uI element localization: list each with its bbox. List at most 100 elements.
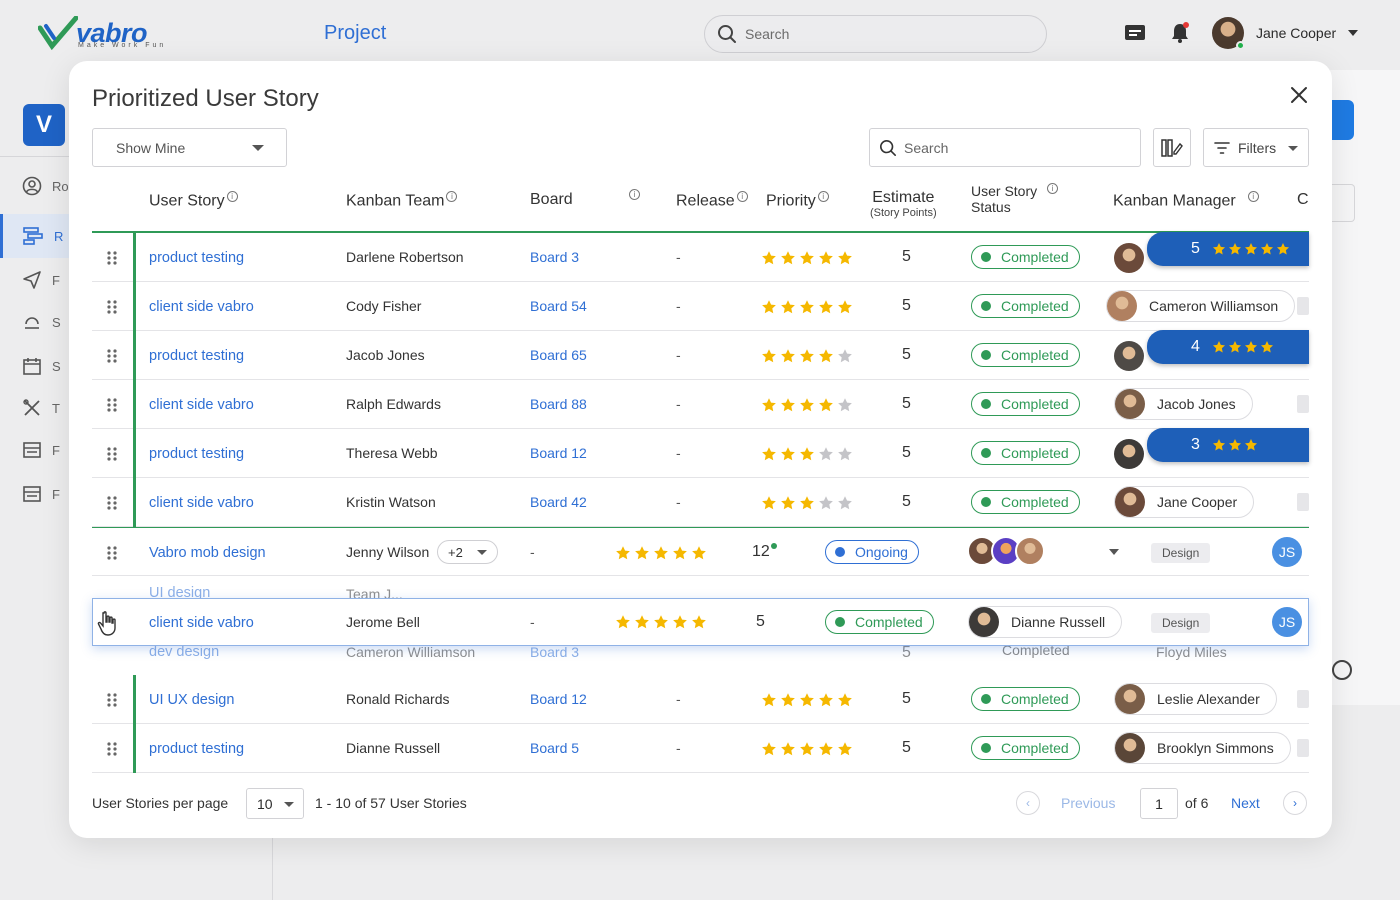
info-icon[interactable]: i xyxy=(817,191,829,202)
board-link[interactable]: Board 65 xyxy=(530,347,587,363)
kanban-manager-chip[interactable]: Brooklyn Simmons xyxy=(1114,732,1291,764)
column-header-user-story[interactable]: User Story i xyxy=(149,191,238,210)
team-more-dropdown[interactable]: +2 xyxy=(437,540,498,564)
table-row[interactable]: product testing Theresa Webb Board 12 - 5 Com… xyxy=(92,428,1309,478)
column-header-status[interactable]: User Story Status i xyxy=(971,183,1071,215)
column-header-kanban-team[interactable]: Kanban Team i xyxy=(346,191,458,210)
bell-icon[interactable] xyxy=(1170,22,1190,44)
drag-handle-icon[interactable] xyxy=(107,300,117,314)
previous-page-icon[interactable]: ‹ xyxy=(1016,791,1040,815)
sidebar-item-reports[interactable]: F xyxy=(22,438,72,462)
drag-handle-icon[interactable] xyxy=(107,496,117,510)
sidebar-item-tools[interactable]: T xyxy=(22,396,72,420)
vabro-logo[interactable]: vabro Make Work Fun xyxy=(38,16,168,52)
board-link[interactable]: Board 12 xyxy=(530,691,587,707)
sidebar-item-files[interactable]: F xyxy=(22,482,72,506)
priority-rating[interactable] xyxy=(761,397,853,413)
priority-rating[interactable] xyxy=(615,545,707,561)
drag-handle-icon[interactable] xyxy=(107,693,117,707)
background-primary-button[interactable] xyxy=(1330,100,1354,140)
status-badge[interactable]: Completed xyxy=(971,490,1080,514)
sidebar-item-sprint[interactable]: S xyxy=(22,310,72,334)
column-header-kanban-manager[interactable]: Kanban Manager i xyxy=(1113,191,1259,210)
sidebar-item-roles[interactable]: Ro xyxy=(22,174,72,198)
background-select[interactable] xyxy=(1330,184,1355,222)
user-story-link[interactable]: client side vabro xyxy=(149,495,254,511)
sidebar-item-send[interactable]: F xyxy=(22,268,72,292)
status-badge[interactable]: Completed xyxy=(971,245,1080,269)
user-story-link[interactable]: product testing xyxy=(149,741,244,757)
priority-rating[interactable] xyxy=(761,692,853,708)
column-header-estimate[interactable]: Estimate (Story Points) xyxy=(870,189,937,219)
table-row[interactable]: client side vabro Ralph Edwards Board 88 - 5… xyxy=(92,380,1309,429)
table-row[interactable]: product testing Darlene Robertson Board 3 -… xyxy=(92,232,1309,282)
drag-handle-icon[interactable] xyxy=(107,546,117,560)
status-badge[interactable]: Completed xyxy=(971,343,1080,367)
close-icon[interactable] xyxy=(1287,83,1311,107)
priority-rating[interactable] xyxy=(615,614,707,630)
drag-handle-icon[interactable] xyxy=(107,447,117,461)
background-next-icon[interactable] xyxy=(1332,660,1352,680)
kanban-manager-chip[interactable]: Jacob Jones xyxy=(1114,388,1253,420)
next-page-link[interactable]: Next xyxy=(1231,795,1260,811)
user-story-link[interactable]: UI UX design xyxy=(149,692,234,708)
priority-rating[interactable] xyxy=(761,741,853,757)
info-icon[interactable]: i xyxy=(226,191,238,202)
kanban-manager-chip[interactable]: Leslie Alexander xyxy=(1114,683,1277,715)
status-badge[interactable]: Completed xyxy=(971,736,1080,760)
user-story-link[interactable]: product testing xyxy=(149,348,244,364)
assignee-avatar-group[interactable] xyxy=(967,536,1045,566)
column-header-priority[interactable]: Priority i xyxy=(766,191,829,210)
info-icon[interactable]: i xyxy=(446,191,458,202)
table-row[interactable]: product testing Jacob Jones Board 65 - 5 Comp… xyxy=(92,330,1309,380)
page-number-input[interactable]: 1 xyxy=(1140,788,1178,819)
user-menu[interactable]: Jane Cooper xyxy=(1212,17,1359,50)
priority-rating[interactable] xyxy=(761,495,853,511)
info-icon[interactable]: i xyxy=(1247,191,1259,202)
drag-handle-icon[interactable] xyxy=(107,251,117,265)
per-page-select[interactable]: 10 xyxy=(246,788,304,819)
status-badge[interactable]: Completed xyxy=(825,610,934,634)
inbox-icon[interactable] xyxy=(1124,22,1146,42)
kanban-manager-chip[interactable]: Dianne Russell xyxy=(968,606,1123,638)
board-link[interactable]: Board 54 xyxy=(530,298,587,314)
priority-rating[interactable] xyxy=(761,299,853,315)
board-link[interactable]: Board 42 xyxy=(530,494,587,510)
global-search-input[interactable]: Search xyxy=(704,15,1047,53)
status-badge[interactable]: Ongoing xyxy=(825,540,919,564)
drag-handle-icon[interactable] xyxy=(107,349,117,363)
previous-page-link[interactable]: Previous xyxy=(1061,795,1115,811)
show-mine-dropdown[interactable]: Show Mine xyxy=(92,128,287,167)
status-badge[interactable]: Completed xyxy=(971,441,1080,465)
user-story-link[interactable]: product testing xyxy=(149,250,244,266)
chevron-down-icon[interactable] xyxy=(1109,549,1119,555)
table-row[interactable]: client side vabro Kristin Watson Board 42 -… xyxy=(92,478,1309,527)
table-row[interactable]: product testing Dianne Russell Board 5 - 5 Co… xyxy=(92,724,1309,773)
info-icon[interactable]: i xyxy=(736,191,748,202)
user-story-link[interactable]: product testing xyxy=(149,446,244,462)
column-header-board[interactable]: Board xyxy=(530,191,573,209)
info-icon[interactable]: i xyxy=(1047,183,1058,194)
table-row[interactable]: UI UX design Ronald Richards Board 12 - 5 Com… xyxy=(92,675,1309,724)
user-story-link[interactable]: Vabro mob design xyxy=(149,545,266,561)
board-link[interactable]: Board 5 xyxy=(530,740,579,756)
priority-rating[interactable] xyxy=(761,348,853,364)
kanban-manager-chip[interactable]: Jane Cooper xyxy=(1114,486,1255,518)
board-link[interactable]: Board 88 xyxy=(530,396,587,412)
table-row-expanded[interactable]: Vabro mob design Jenny Wilson +2 - 12 Ongoing… xyxy=(92,527,1309,576)
priority-rating[interactable] xyxy=(761,250,853,266)
story-search-input[interactable]: Search xyxy=(869,128,1141,167)
board-info[interactable]: i xyxy=(627,189,640,208)
user-story-link[interactable]: client side vabro xyxy=(149,299,254,315)
column-settings-button[interactable] xyxy=(1153,128,1191,167)
drag-handle-icon[interactable] xyxy=(107,398,117,412)
kanban-manager-chip[interactable]: Cameron Williamson xyxy=(1106,290,1296,322)
status-badge[interactable]: Completed xyxy=(971,392,1080,416)
table-row[interactable]: client side vabro Cody Fisher Board 54 - 5 Co… xyxy=(92,282,1309,331)
sidebar-item-schedule[interactable]: S xyxy=(22,354,72,378)
dragged-table-row[interactable]: client side vabro Jerome Bell - 5 Completed D… xyxy=(92,598,1309,646)
sidebar-item-roadmap[interactable]: R xyxy=(22,224,72,248)
column-header-extra[interactable]: C xyxy=(1297,191,1309,209)
column-header-release[interactable]: Release i xyxy=(676,191,748,210)
user-story-link[interactable]: client side vabro xyxy=(149,397,254,413)
